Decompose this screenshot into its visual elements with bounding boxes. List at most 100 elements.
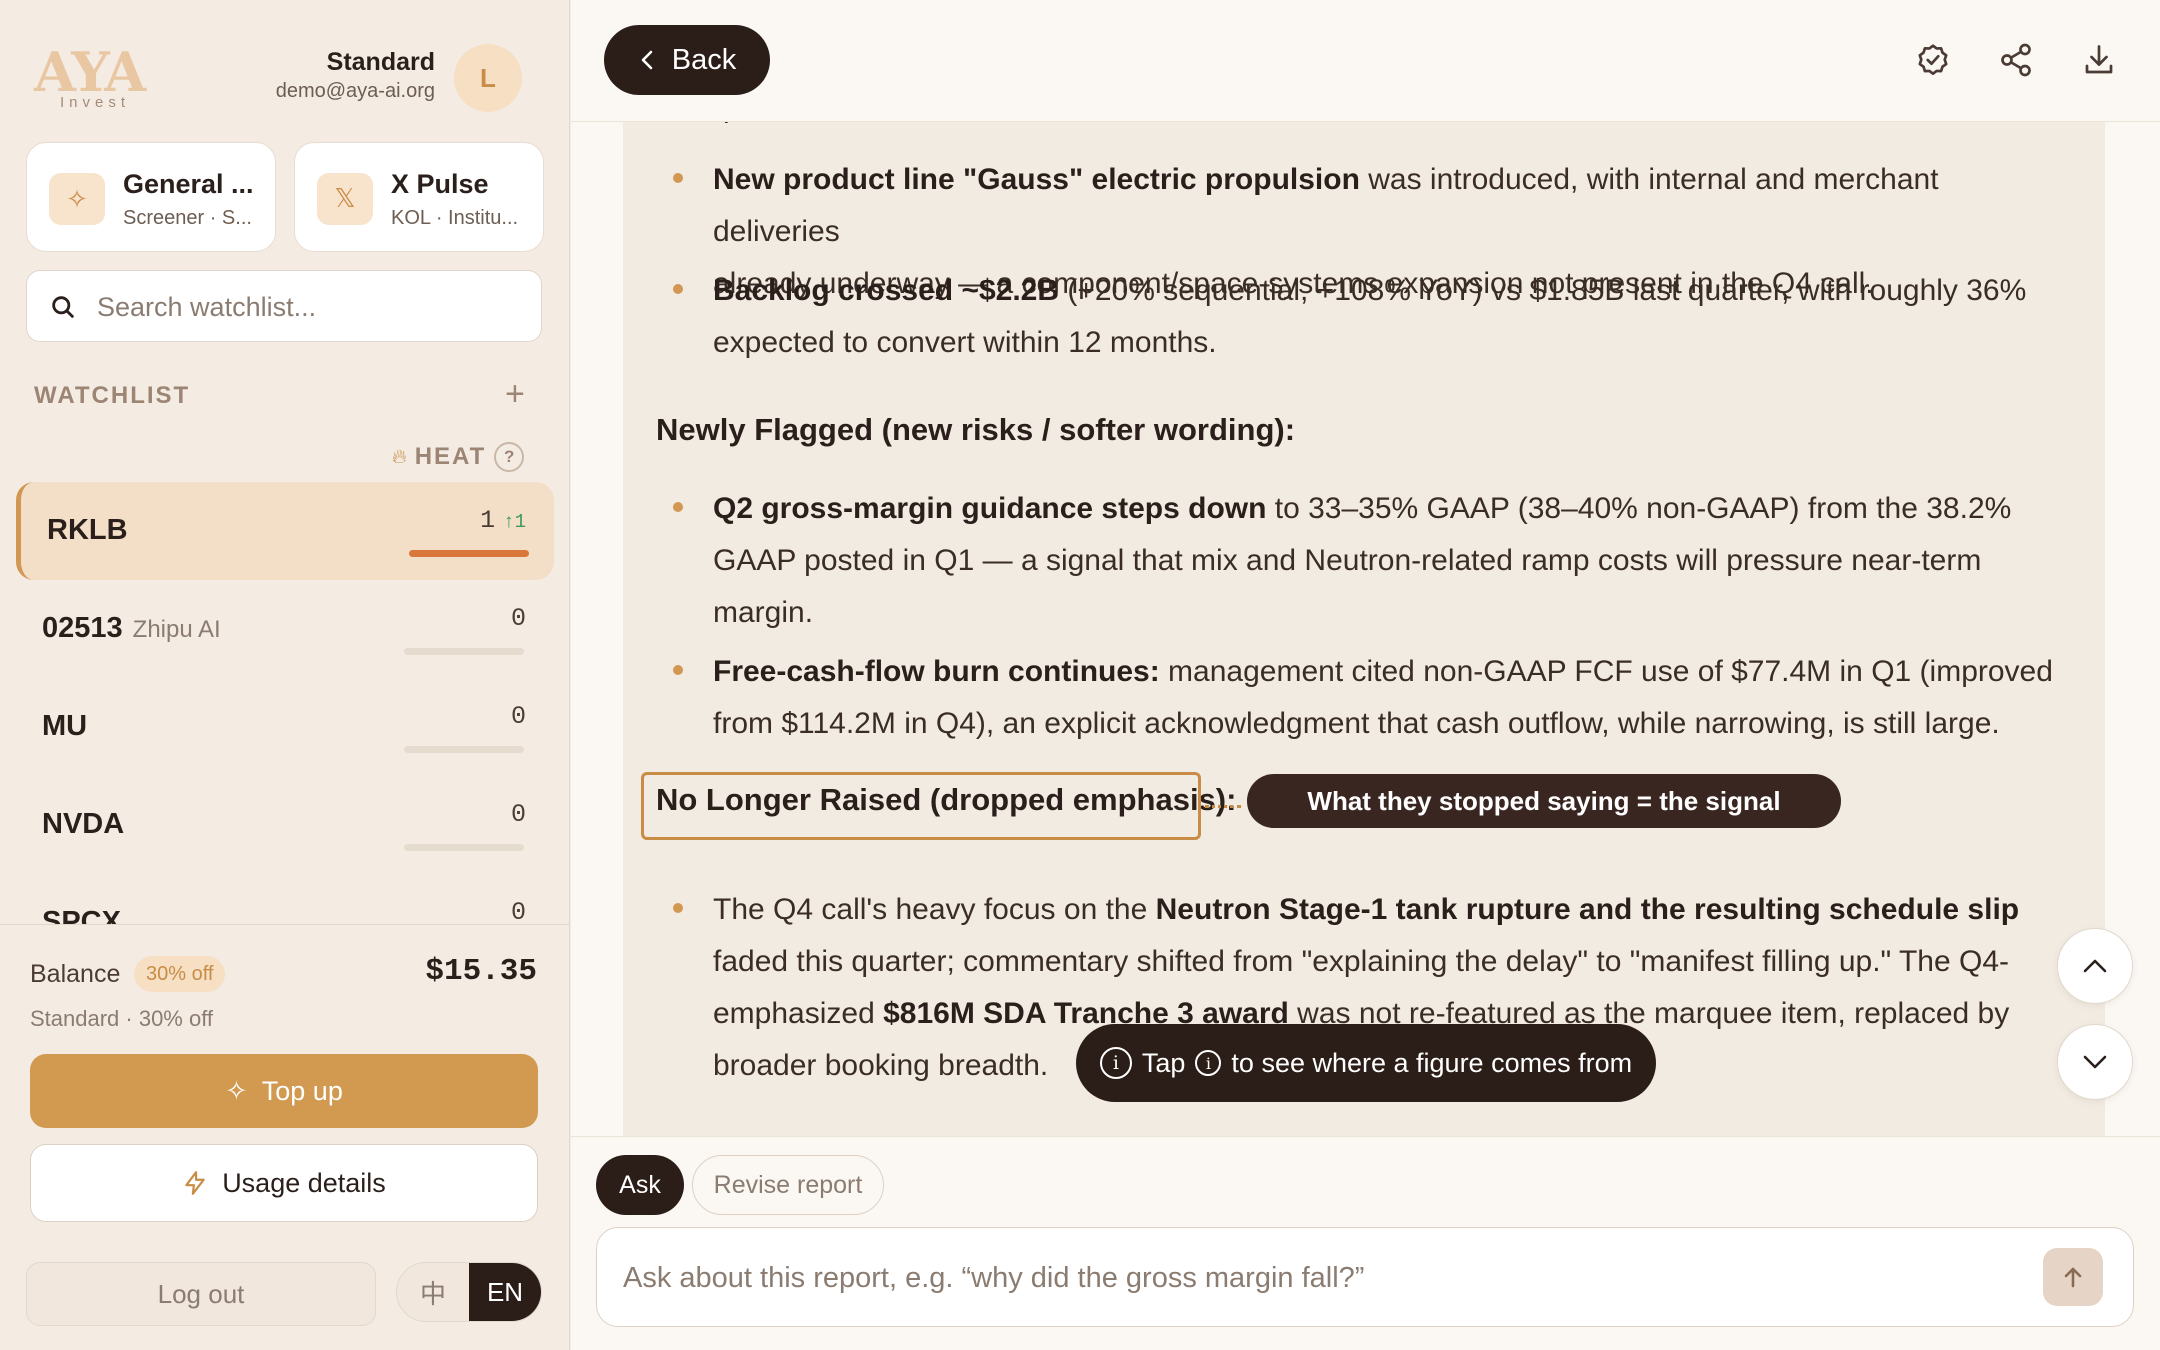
highlight-box (641, 772, 1201, 840)
bullet-text: expected to convert within 12 months. (713, 326, 1217, 359)
chevron-left-icon (641, 50, 653, 70)
ticker-symbol: RKLB (47, 514, 128, 546)
score-value: 1 (480, 506, 496, 535)
x-logo-icon: 𝕏 (317, 173, 373, 225)
ask-panel: Ask Revise report (571, 1136, 2160, 1350)
logo-mark: AYA (34, 40, 146, 104)
heat-header: 🔥︎ HEAT ? (392, 442, 525, 472)
bullet-bold: Backlog crossed ~$2.2B (713, 274, 1060, 307)
info-icon: i (1099, 1047, 1132, 1079)
watchlist-title: WATCHLIST (34, 382, 191, 409)
brand-logo[interactable]: AYA Invest (34, 44, 154, 112)
feature-card-x-pulse[interactable]: 𝕏 X Pulse KOL · Institu... (294, 142, 544, 252)
score-delta: ↑1 (503, 511, 526, 533)
verify-badge-icon[interactable] (1915, 42, 1951, 78)
heat-score: 0 (510, 800, 526, 829)
avatar[interactable]: L (454, 44, 522, 112)
lightning-icon (185, 1171, 205, 1195)
lang-option-zh[interactable]: 中 (397, 1263, 469, 1321)
company-name: Zhipu AI (132, 616, 221, 643)
toast-text-pre: Tap (1141, 1047, 1186, 1078)
feature-card-general[interactable]: ✧ General ... Screener · S... (26, 142, 276, 252)
back-label: Back (671, 43, 737, 76)
watchlist-item[interactable]: SPCX 0 (16, 874, 554, 924)
download-icon[interactable] (2081, 42, 2117, 78)
bullet-text: GAAP posted in Q1 — a signal that mix an… (713, 544, 1982, 577)
heat-bar (404, 648, 524, 655)
tab-ask[interactable]: Ask (596, 1155, 684, 1215)
feature-card-subtitle: KOL · Institu... (391, 207, 519, 229)
heat-bar (404, 746, 524, 753)
bullet-text: margin. (713, 596, 814, 629)
share-icon[interactable] (1998, 42, 2034, 78)
ticker: RKLB (47, 514, 128, 547)
heat-score: 0 (510, 702, 526, 731)
logout-button[interactable]: Log out (26, 1262, 376, 1326)
usage-details-button[interactable]: Usage details (30, 1144, 538, 1222)
lang-option-en[interactable]: EN (469, 1263, 541, 1321)
search-input[interactable] (97, 285, 517, 329)
ticker-symbol: 02513 (42, 612, 123, 644)
top-up-label: Top up (261, 1075, 343, 1106)
watchlist-item[interactable]: MU 0 (16, 678, 554, 776)
ask-box (596, 1227, 2134, 1327)
ticker: MU (42, 710, 87, 743)
sidebar: AYA Invest Standard demo@aya-ai.org L ✧ … (0, 0, 570, 1350)
heat-bar (409, 550, 529, 557)
report-panel: Back quarter. New product line "Gauss" e… (571, 0, 2160, 1350)
ticker-symbol: NVDA (42, 808, 125, 840)
discount-badge: 30% off (134, 956, 226, 992)
ticker-symbol: MU (42, 710, 88, 742)
bullet-dot (673, 502, 683, 512)
signal-callout: What they stopped saying = the signal (1247, 774, 1841, 828)
search-icon (52, 296, 74, 318)
help-icon[interactable]: ? (494, 442, 525, 472)
heat-label: HEAT (414, 443, 487, 470)
heat-score: 0 (510, 604, 526, 633)
balance-subtitle: Standard · 30% off (30, 1006, 214, 1031)
watchlist-item[interactable]: NVDA 0 (16, 776, 554, 874)
arrow-up-icon (2064, 1267, 2082, 1288)
usage-details-label: Usage details (222, 1167, 386, 1198)
report-text: quarter. (713, 122, 2053, 134)
plan-name: Standard (326, 48, 435, 76)
back-button[interactable]: Back (604, 25, 770, 95)
ticker-symbol: SPCX (42, 906, 121, 924)
balance-label: Balance (30, 960, 121, 988)
toast-text-post: to see where a figure comes from (1231, 1047, 1633, 1078)
scroll-down-button[interactable] (2057, 1024, 2133, 1100)
ask-input[interactable] (623, 1254, 2003, 1302)
sparkle-icon: ✧ (49, 173, 105, 225)
heat-score: 1 ↑1 (480, 506, 526, 535)
add-watchlist-icon[interactable]: + (505, 376, 525, 412)
flame-icon: 🔥︎ (392, 445, 407, 468)
info-icon: i (1195, 1050, 1222, 1076)
account-email: demo@aya-ai.org (275, 80, 435, 102)
feature-card-subtitle: Screener · S... (123, 207, 252, 229)
watchlist: RKLB 1 ↑1 02513 Zhipu AI 0 MU 0 NVDA 0 SPC… (16, 482, 554, 924)
watchlist-item[interactable]: 02513 Zhipu AI 0 (16, 580, 554, 678)
bullet-text: broader booking breadth. (713, 1049, 1049, 1082)
sparkle-icon: ✧ (225, 1075, 248, 1106)
tab-revise-report[interactable]: Revise report (692, 1155, 884, 1215)
balance-amount: $15.35 (425, 954, 537, 989)
heat-bar-fill (409, 550, 529, 557)
logo-subtitle: Invest (60, 94, 131, 111)
chevron-up-icon (2083, 959, 2107, 973)
callout-connector (1205, 805, 1241, 808)
watchlist-item[interactable]: RKLB 1 ↑1 (16, 482, 554, 580)
report-bullet: Q2 gross-margin guidance steps down to 3… (713, 483, 2053, 639)
divider (0, 924, 570, 925)
source-hint-toast[interactable]: i Tap i to see where a figure comes from (1076, 1024, 1656, 1102)
scroll-up-button[interactable] (2057, 928, 2133, 1004)
send-button[interactable] (2043, 1248, 2103, 1306)
watchlist-search[interactable] (26, 270, 542, 342)
top-up-button[interactable]: ✧ Top up (30, 1054, 538, 1128)
ticker: 02513 Zhipu AI (42, 612, 221, 645)
report-scroll-area[interactable]: quarter. New product line "Gauss" electr… (571, 122, 2160, 1136)
ticker: NVDA (42, 808, 124, 841)
ticker: SPCX (42, 906, 121, 924)
bullet-dot (673, 173, 683, 183)
report-document: quarter. New product line "Gauss" electr… (623, 122, 2105, 1136)
bullet-text: faded this quarter; commentary shifted f… (713, 945, 2010, 978)
